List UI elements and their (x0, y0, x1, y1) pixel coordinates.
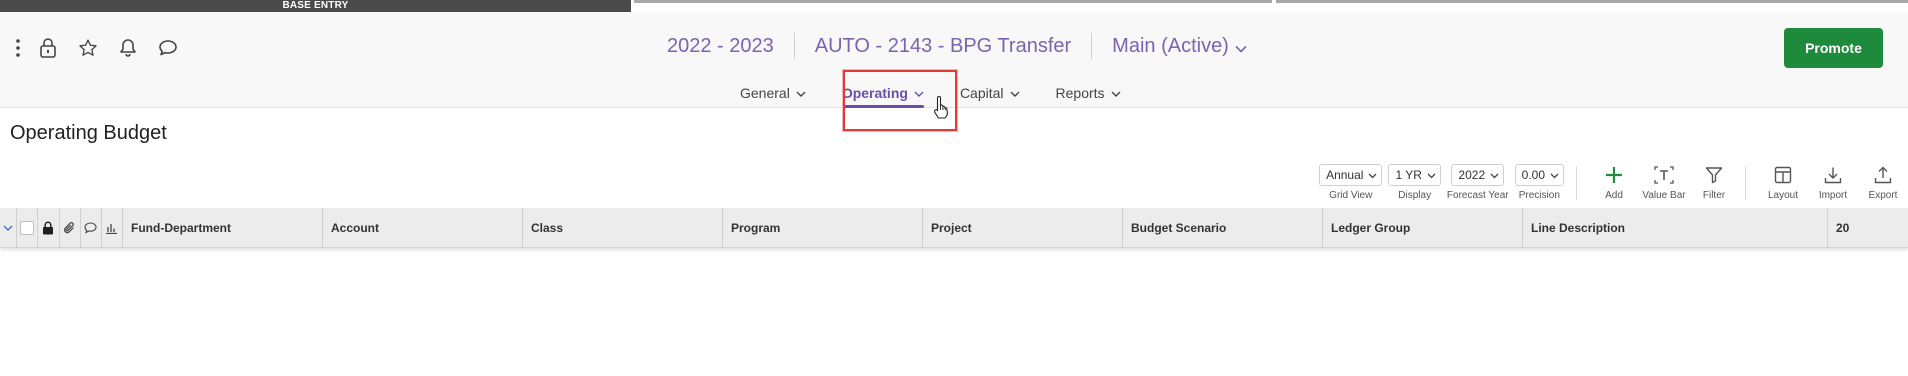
select-box[interactable]: 0.00 (1514, 164, 1564, 186)
chevron-down-icon (914, 85, 924, 101)
import-icon (1824, 164, 1842, 186)
column-year-truncated[interactable]: 20 (1828, 208, 1908, 247)
export-button[interactable]: Export (1858, 164, 1908, 201)
scenario-dropdown[interactable]: Main (Active) (1092, 32, 1267, 60)
page-title: Operating Budget (10, 122, 167, 144)
stage-base-entry: BASE ENTRY (0, 0, 631, 12)
comment-icon (84, 222, 97, 234)
column-project[interactable]: Project (923, 208, 1123, 247)
select-box[interactable]: Annual (1319, 164, 1383, 186)
value-bar-label: Value Bar (1642, 190, 1686, 201)
import-button[interactable]: Import (1808, 164, 1858, 201)
star-icon[interactable] (68, 34, 108, 62)
chevron-down-icon (1490, 168, 1499, 182)
tab-label: Reports (1055, 85, 1105, 101)
select-box[interactable]: 1 YR (1388, 164, 1441, 186)
attachment-column-header[interactable] (60, 208, 81, 247)
select-caption: Display (1398, 190, 1432, 201)
select-value: Annual (1326, 168, 1364, 182)
comment-column-header[interactable] (81, 208, 102, 247)
toolbar-divider (1576, 166, 1577, 200)
column-fund-department[interactable]: Fund-Department (123, 208, 323, 247)
export-icon (1874, 164, 1892, 186)
column-account[interactable]: Account (323, 208, 523, 247)
column-budget-scenario[interactable]: Budget Scenario (1123, 208, 1323, 247)
tab-capital[interactable]: Capital (960, 80, 1020, 106)
column-line-description[interactable]: Line Description (1523, 208, 1828, 247)
grid-header-row: Fund-Department Account Class Program Pr… (0, 208, 1908, 248)
lock-icon (43, 221, 54, 235)
forecast-year-select[interactable]: 2022 Forecast Year (1447, 164, 1509, 201)
progress-strip: BASE ENTRY (0, 0, 1908, 12)
tab-general[interactable]: General (740, 80, 806, 106)
value-bar-button[interactable]: Value Bar (1639, 164, 1689, 201)
chevron-down-icon (1111, 85, 1121, 101)
toolbar-divider (1745, 166, 1746, 200)
add-label: Add (1605, 190, 1623, 201)
column-ledger-group[interactable]: Ledger Group (1323, 208, 1523, 247)
select-all-checkbox[interactable] (17, 208, 39, 247)
fiscal-year: 2022 - 2023 (667, 35, 774, 57)
chevron-down-icon (1550, 168, 1559, 182)
precision-select[interactable]: 0.00 Precision (1514, 164, 1564, 201)
filter-button[interactable]: Filter (1689, 164, 1739, 201)
column-class[interactable]: Class (523, 208, 723, 247)
chart-column-header[interactable] (102, 208, 123, 247)
chevron-down-icon (1010, 85, 1020, 101)
select-box[interactable]: 2022 (1451, 164, 1505, 186)
tab-label: General (740, 85, 790, 101)
lock-icon[interactable] (28, 34, 68, 62)
hand-cursor-icon (933, 95, 951, 124)
layout-icon (1774, 164, 1792, 186)
tab-label: Operating (841, 85, 908, 101)
stage-segment-2 (634, 0, 1272, 3)
chevron-down-icon (1427, 168, 1436, 182)
chevron-down-icon (796, 85, 806, 101)
select-caption: Precision (1518, 190, 1560, 201)
layout-button[interactable]: Layout (1758, 164, 1808, 201)
plus-icon (1604, 164, 1624, 186)
grid-view-select[interactable]: Annual Grid View (1319, 164, 1383, 201)
column-program[interactable]: Program (723, 208, 923, 247)
paperclip-icon (64, 222, 75, 234)
select-value: 1 YR (1395, 168, 1422, 182)
lock-column-header[interactable] (38, 208, 60, 247)
promote-button[interactable]: Promote (1784, 28, 1883, 68)
select-value: 2022 (1458, 168, 1486, 182)
scenario-label: Main (Active) (1112, 35, 1229, 57)
tab-label: Capital (959, 85, 1004, 101)
header-actions (8, 34, 188, 62)
process-name: AUTO - 2143 - BPG Transfer (814, 35, 1072, 57)
layout-label: Layout (1767, 190, 1799, 201)
stage-segment-3 (1276, 0, 1908, 3)
export-label: Export (1868, 190, 1898, 201)
text-box-icon (1653, 164, 1675, 186)
select-value: 0.00 (1521, 168, 1545, 182)
select-caption: Forecast Year (1446, 190, 1509, 201)
bell-icon[interactable] (108, 34, 148, 62)
filter-icon (1705, 164, 1723, 186)
display-select[interactable]: 1 YR Display (1388, 164, 1441, 201)
app-header: 2022 - 2023 AUTO - 2143 - BPG Transfer M… (0, 12, 1908, 108)
checkbox[interactable] (20, 221, 35, 235)
process-title-bar: 2022 - 2023 AUTO - 2143 - BPG Transfer M… (667, 32, 1267, 60)
select-caption: Grid View (1329, 190, 1373, 201)
tab-reports[interactable]: Reports (1056, 80, 1121, 106)
chevron-down-icon (3, 224, 13, 231)
bar-chart-icon (106, 224, 118, 234)
chevron-down-icon (1368, 168, 1377, 182)
filter-label: Filter (1702, 190, 1726, 201)
chevron-down-icon (1235, 33, 1247, 61)
more-vertical-icon[interactable] (8, 34, 28, 62)
tab-operating[interactable]: Operating (841, 80, 925, 108)
expand-all-toggle[interactable] (0, 208, 18, 247)
import-label: Import (1818, 190, 1848, 201)
grid-toolbar: Annual Grid View 1 YR Display 2022 Forec… (1319, 164, 1908, 204)
add-button[interactable]: Add (1589, 164, 1639, 201)
comment-icon[interactable] (148, 34, 188, 62)
